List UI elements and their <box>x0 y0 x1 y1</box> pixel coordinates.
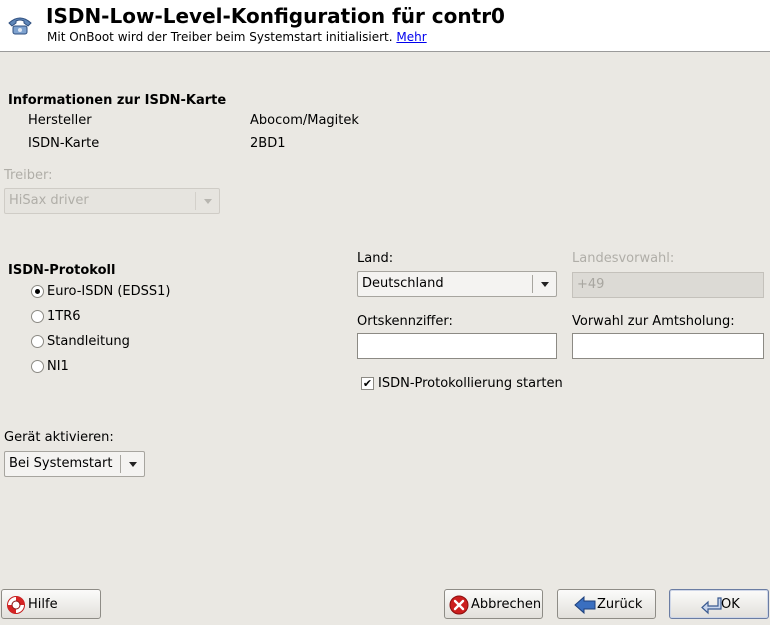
dial-prefix-label: Vorwahl zur Amtsholung: <box>572 314 735 329</box>
chevron-down-icon[interactable] <box>541 282 549 287</box>
driver-value: HiSax driver <box>9 193 89 208</box>
back-button[interactable]: Zurück <box>557 589 656 619</box>
activate-label: Gerät aktivieren: <box>4 430 114 445</box>
driver-label: Treiber: <box>4 168 53 183</box>
country-value: Deutschland <box>362 276 444 291</box>
card-value: 2BD1 <box>250 136 286 151</box>
chevron-down-icon[interactable] <box>129 462 137 467</box>
country-code-field: +49 <box>572 272 764 298</box>
area-code-label: Ortskennziffer: <box>357 314 453 329</box>
activate-select[interactable]: Bei Systemstart <box>4 451 145 477</box>
phone-icon <box>6 11 34 39</box>
enter-icon <box>700 595 722 615</box>
help-label: Hilfe <box>28 597 58 612</box>
dial-prefix-field[interactable] <box>572 333 764 359</box>
card-label: ISDN-Karte <box>28 136 100 151</box>
cancel-label: Abbrechen <box>471 597 542 612</box>
lifebuoy-icon <box>6 595 26 615</box>
logging-checkbox[interactable]: ✔ <box>361 377 374 390</box>
driver-select: HiSax driver <box>4 188 220 214</box>
card-info-heading: Informationen zur ISDN-Karte <box>8 93 227 108</box>
subtitle-text: Mit OnBoot wird der Treiber beim Systems… <box>47 30 393 44</box>
radio-button-ni1[interactable] <box>31 360 44 373</box>
radio-label-euro-isdn[interactable]: Euro-ISDN (EDSS1) <box>47 284 171 299</box>
cancel-icon <box>449 595 469 615</box>
combo-separator <box>195 192 196 210</box>
country-code-label: Landesvorwahl: <box>572 251 675 266</box>
radio-label-1tr6[interactable]: 1TR6 <box>47 309 81 324</box>
chevron-down-icon <box>204 199 212 204</box>
arrow-left-icon <box>574 595 596 615</box>
cancel-button[interactable]: Abbrechen <box>444 589 543 619</box>
manufacturer-label: Hersteller <box>28 113 92 128</box>
dialog-header: ISDN-Low-Level-Konfiguration für contr0 … <box>0 0 770 52</box>
logging-label[interactable]: ISDN-Protokollierung starten <box>378 376 563 391</box>
radio-button-euro-isdn[interactable] <box>31 285 44 298</box>
ok-label: OK <box>721 597 740 612</box>
protocol-heading: ISDN-Protokoll <box>8 263 116 278</box>
country-code-value: +49 <box>577 277 605 292</box>
radio-button-1tr6[interactable] <box>31 310 44 323</box>
header-subtitle: Mit OnBoot wird der Treiber beim Systems… <box>47 30 427 44</box>
combo-separator <box>120 455 121 473</box>
combo-separator <box>532 275 533 293</box>
page-title: ISDN-Low-Level-Konfiguration für contr0 <box>46 4 505 28</box>
activate-value: Bei Systemstart <box>9 456 113 471</box>
country-label: Land: <box>357 251 394 266</box>
country-select[interactable]: Deutschland <box>357 271 557 297</box>
more-link[interactable]: Mehr <box>396 30 426 44</box>
manufacturer-value: Abocom/Magitek <box>250 113 359 128</box>
radio-button-standleitung[interactable] <box>31 335 44 348</box>
help-button[interactable]: Hilfe <box>1 589 101 619</box>
radio-label-ni1[interactable]: NI1 <box>47 359 69 374</box>
back-label: Zurück <box>597 597 643 612</box>
radio-label-standleitung[interactable]: Standleitung <box>47 334 130 349</box>
ok-button[interactable]: OK <box>669 589 769 619</box>
area-code-field[interactable] <box>357 333 557 359</box>
